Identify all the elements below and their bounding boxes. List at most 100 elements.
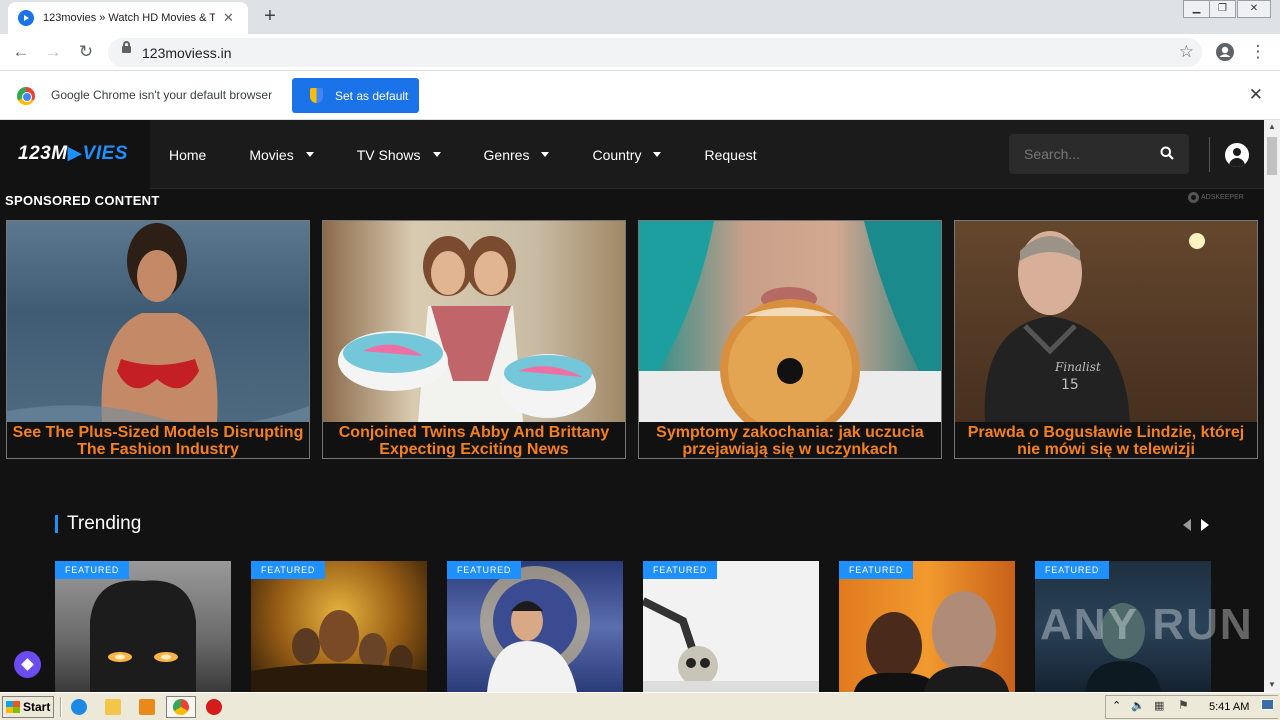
chrome-icon [173, 699, 189, 715]
ad-caption: See The Plus-Sized Models Disrupting The… [7, 422, 309, 458]
maximize-button[interactable]: ❐ [1209, 0, 1236, 18]
volume-icon[interactable]: 🔈 [1131, 699, 1145, 712]
browser-tab-strip: 123movies » Watch HD Movies & TV ✕ + ▁ ❐… [0, 0, 1280, 34]
stop-icon[interactable] [206, 699, 222, 715]
sponsored-ad-card[interactable]: See The Plus-Sized Models Disrupting The… [6, 220, 310, 459]
chrome-menu-icon[interactable]: ⋮ [1246, 40, 1270, 64]
scroll-thumb[interactable] [1267, 137, 1277, 175]
nav-item-label: Genres [483, 146, 530, 163]
new-tab-button[interactable]: + [258, 4, 282, 28]
nav-item-tv-shows[interactable]: TV Shows [357, 147, 441, 163]
carousel-prev-icon[interactable] [1183, 519, 1191, 531]
nav-item-country[interactable]: Country [592, 146, 662, 163]
window-close-button[interactable]: ✕ [1237, 0, 1271, 18]
featured-badge: FEATURED [447, 561, 522, 579]
infobar-message: Google Chrome isn't your default browser [51, 88, 273, 102]
sponsored-heading: SPONSORED CONTENT [5, 193, 160, 208]
ad-image [639, 221, 941, 422]
page-scrollbar[interactable]: ▲ ▼ [1264, 120, 1280, 692]
browser-toolbar: ← → ↻ 123moviess.in ☆ ⋮ [0, 34, 1280, 71]
floating-action-button[interactable] [14, 651, 41, 678]
taskbar-clock: 5:41 AM [1209, 701, 1250, 713]
trending-movie-card[interactable]: FEATURED [839, 561, 1015, 692]
nav-item-label: Request [704, 146, 757, 163]
system-tray: ⌃ 🔈 ▦ ⚑ 5:41 AM [1105, 695, 1278, 719]
search-icon[interactable] [1160, 146, 1174, 160]
site-header: 123M▶VIES Home Movies TV Shows Genres Co… [0, 120, 1264, 189]
ad-caption: Prawda o Bogusławie Lindzie, której nie … [955, 422, 1257, 458]
folder-icon[interactable] [105, 699, 121, 715]
featured-badge: FEATURED [251, 561, 326, 579]
minimize-button[interactable]: ▁ [1183, 0, 1210, 18]
site-logo[interactable]: 123M▶VIES [0, 120, 150, 189]
adskeeper-logo[interactable]: ADSKEEPER [1188, 192, 1244, 203]
header-divider [1209, 137, 1210, 172]
trending-movie-card[interactable]: FEATURED [251, 561, 427, 692]
taskbar-separator [60, 697, 62, 717]
browser-tab-active[interactable]: 123movies » Watch HD Movies & TV ✕ [8, 2, 248, 34]
site-search [1009, 134, 1189, 174]
tray-expand-icon[interactable]: ⌃ [1112, 699, 1121, 712]
nav-item-label: Home [169, 146, 207, 163]
start-label: Start [23, 700, 51, 714]
internet-explorer-icon[interactable] [71, 699, 87, 715]
ad-image [7, 221, 309, 422]
adskeeper-label: ADSKEEPER [1201, 194, 1244, 201]
uac-shield-icon [310, 88, 323, 103]
reload-button[interactable]: ↻ [74, 40, 98, 64]
windows-logo-icon [6, 701, 20, 713]
tab-close-icon[interactable]: ✕ [223, 10, 234, 26]
trending-movie-card[interactable]: FEATURED [55, 561, 231, 692]
chrome-logo-icon [17, 87, 35, 105]
diamond-icon [21, 658, 34, 671]
forward-button[interactable]: → [41, 40, 65, 64]
carousel-next-icon[interactable] [1201, 519, 1209, 531]
nav-item-label: Movies [249, 146, 294, 163]
sponsored-ad-card[interactable]: Finalist 15 Prawda o Bogusławie Lindzie,… [954, 220, 1258, 459]
back-button[interactable]: ← [9, 40, 33, 64]
sponsored-ad-card[interactable]: Conjoined Twins Abby And Brittany Expect… [322, 220, 626, 459]
action-flag-icon[interactable]: ⚑ [1178, 698, 1189, 712]
logo-text-part1: 123M [18, 143, 68, 164]
search-input[interactable] [1009, 134, 1149, 174]
logo-text-part2: VIES [82, 143, 128, 164]
trending-movie-card[interactable]: FEATURED [643, 561, 819, 692]
taskbar-chrome-button[interactable] [166, 696, 196, 718]
main-nav: Home Movies TV Shows Genres Country Requ… [169, 120, 800, 189]
user-account-icon[interactable] [1225, 143, 1249, 167]
site-favicon-icon [18, 10, 34, 26]
sponsored-ad-card[interactable]: Symptomy zakochania: jak uczucia przejaw… [638, 220, 942, 459]
featured-badge: FEATURED [839, 561, 914, 579]
nav-item-request[interactable]: Request [704, 147, 756, 163]
svg-text:Finalist: Finalist [1054, 360, 1101, 374]
nav-item-genres[interactable]: Genres [484, 147, 550, 163]
scroll-up-arrow-icon[interactable]: ▲ [1264, 120, 1280, 134]
ad-caption: Symptomy zakochania: jak uczucia przejaw… [639, 422, 941, 458]
nav-item-label: Country [592, 146, 642, 163]
network-icon[interactable]: ▦ [1154, 699, 1164, 712]
address-bar[interactable]: 123moviess.in ☆ [108, 38, 1202, 67]
trending-movie-card[interactable]: FEATURED [447, 561, 623, 692]
ad-image [323, 221, 625, 422]
start-button[interactable]: Start [2, 696, 54, 718]
caret-down-icon [653, 152, 662, 157]
lock-icon [122, 41, 131, 53]
profile-icon[interactable] [1213, 40, 1237, 64]
media-player-icon[interactable] [139, 699, 155, 715]
default-browser-infobar: Google Chrome isn't your default browser… [0, 71, 1280, 120]
caret-down-icon [432, 152, 441, 157]
logo-play-mark: ▶ [67, 143, 83, 164]
nav-item-label: TV Shows [356, 146, 421, 163]
nav-item-movies[interactable]: Movies [249, 146, 314, 163]
scroll-down-arrow-icon[interactable]: ▼ [1264, 678, 1280, 692]
url-text: 123moviess.in [142, 45, 232, 61]
featured-badge: FEATURED [1035, 561, 1110, 579]
nav-item-home[interactable]: Home [169, 147, 206, 163]
infobar-close-icon[interactable]: ✕ [1249, 85, 1263, 105]
bookmark-star-icon[interactable]: ☆ [1179, 42, 1194, 62]
trending-title: Trending [67, 513, 142, 534]
featured-badge: FEATURED [55, 561, 130, 579]
ad-image: Finalist 15 [955, 221, 1257, 422]
set-as-default-button[interactable]: Set as default [292, 78, 419, 113]
show-desktop-icon[interactable] [1261, 699, 1274, 710]
